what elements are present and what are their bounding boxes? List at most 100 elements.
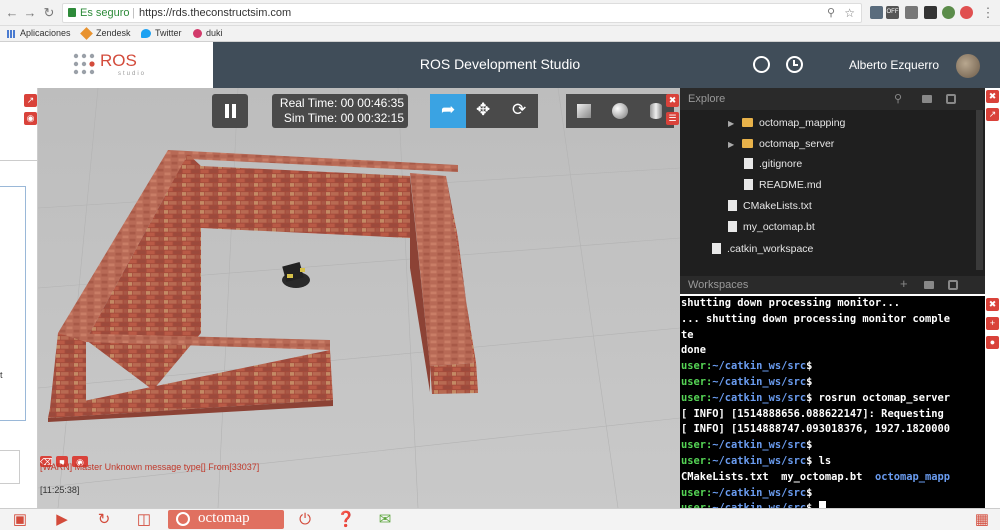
explore-briefcase-icon[interactable] <box>922 95 932 103</box>
terminal-line: ... shutting down processing monitor com… <box>681 312 950 325</box>
back-icon[interactable]: ← <box>4 5 20 21</box>
tree-folder-octomap-mapping[interactable]: ▶ octomap_mapping <box>728 114 845 132</box>
project-button[interactable]: octomap <box>168 510 284 529</box>
globe-icon[interactable] <box>753 56 770 73</box>
explore-toggle-icon[interactable] <box>946 94 956 104</box>
viewport-close-icon[interactable]: ✖ <box>666 94 679 107</box>
terminal-record-icon[interactable]: ● <box>986 336 999 349</box>
forward-icon[interactable]: → <box>22 5 38 21</box>
terminal-line: done <box>681 344 707 357</box>
extension-red-icon[interactable] <box>960 6 973 19</box>
zoom-icon[interactable]: ⚲ <box>827 4 835 22</box>
video-camera-icon[interactable]: ▶ <box>52 512 72 528</box>
workspaces-toggle-icon[interactable] <box>948 280 958 290</box>
extension-green-icon[interactable] <box>942 6 955 19</box>
logo-text: ROS <box>100 51 137 70</box>
prompt-user: user: <box>681 486 713 499</box>
real-time-readout: Real Time: 00 00:46:35 <box>279 96 404 110</box>
box-shape-button[interactable] <box>566 94 602 128</box>
explore-panel: Explore ⚲ ▶ octomap_mapping ▶ octomap_serv… <box>680 88 985 276</box>
sphere-shape-button[interactable] <box>602 94 638 128</box>
address-bar[interactable]: Es seguro | https://rds.theconstructsim.… <box>62 3 862 23</box>
tree-file-gitignore[interactable]: .gitignore <box>744 155 802 173</box>
browser-menu-icon[interactable]: ⋮ <box>980 5 996 21</box>
log-message: [WARN] Master Unknown message type[] Fro… <box>40 462 260 472</box>
ls-files: CMakeLists.txt my_octomap.bt <box>681 470 875 483</box>
terminal-cursor <box>818 501 826 508</box>
prompt-user: user: <box>681 375 713 388</box>
apps-grid-icon[interactable] <box>7 30 15 38</box>
terminal-line: shutting down processing monitor... <box>681 297 900 309</box>
chevron-right-icon[interactable]: ▶ <box>728 115 736 133</box>
reload-icon[interactable]: ↻ <box>41 5 57 21</box>
workspaces-briefcase-icon[interactable] <box>924 281 934 289</box>
ls-directory: octomap_mapp <box>874 470 951 483</box>
rotate-tool-button[interactable]: ⟳ <box>502 94 538 128</box>
extension-off-icon[interactable]: OFF <box>886 6 899 19</box>
lock-icon <box>68 8 76 17</box>
clock-icon[interactable] <box>786 56 803 73</box>
bookmark-duki[interactable]: duki <box>206 28 223 38</box>
viewport-list-icon[interactable]: ☰ <box>666 112 679 125</box>
terminal-command: ls <box>812 454 832 467</box>
terminal-prompt-line: user:~/catkin_ws/src$ <box>681 501 985 508</box>
layout-grid-icon[interactable]: ▦ <box>972 512 992 528</box>
workspaces-title: Workspaces <box>688 279 749 291</box>
explore-scrollbar[interactable] <box>976 110 983 270</box>
bookmark-twitter[interactable]: Twitter <box>155 28 182 38</box>
terminal-prompt-line: user:~/catkin_ws/src$ <box>681 375 985 391</box>
explore-search-icon[interactable]: ⚲ <box>894 92 902 105</box>
star-icon[interactable]: ☆ <box>844 4 855 22</box>
header-bar: ROS Development Studio Alberto Ezquerro <box>213 42 1000 88</box>
simulation-viewport[interactable]: Real Time: 00 00:46:35 Sim Time: 00 00:3… <box>38 88 680 508</box>
bookmark-zendesk[interactable]: Zendesk <box>96 28 131 38</box>
select-tool-button[interactable]: ➦ <box>430 94 466 128</box>
extension-puzzle-icon[interactable] <box>870 6 883 19</box>
refresh-icon[interactable]: ↻ <box>94 512 114 528</box>
bottom-toolbar: ▣ ▶ ↻ ◫ octomap ⏻ ❓ ✉ ▦ <box>0 508 1000 530</box>
tree-item-label: README.md <box>759 179 822 191</box>
tree-folder-octomap-server[interactable]: ▶ octomap_server <box>728 135 834 153</box>
terminal-add-icon[interactable]: + <box>986 317 999 330</box>
bookmark-aplicaciones[interactable]: Aplicaciones <box>20 28 71 38</box>
file-icon <box>744 158 753 169</box>
user-name[interactable]: Alberto Ezquerro <box>849 58 939 72</box>
prompt-path: ~/catkin_ws/src <box>712 391 807 404</box>
terminal-prompt-line: user:~/catkin_ws/src$ <box>681 359 985 375</box>
left-box-glyph: t <box>0 370 3 380</box>
popout-icon[interactable]: ↗ <box>24 94 37 107</box>
app-header: ROS studio ROS Development Studio Albert… <box>0 42 1000 88</box>
chevron-right-icon[interactable]: ▶ <box>728 136 736 154</box>
avatar[interactable] <box>956 54 980 78</box>
tree-file-my-octomap[interactable]: my_octomap.bt <box>728 218 815 236</box>
explore-popout-icon[interactable]: ↗ <box>986 108 999 121</box>
power-icon[interactable]: ⏻ <box>295 512 315 528</box>
prompt-user: user: <box>681 439 713 452</box>
explore-close-icon[interactable]: ✖ <box>986 90 999 103</box>
extension-grid-icon[interactable] <box>905 6 918 19</box>
add-workspace-icon[interactable]: + <box>900 276 908 291</box>
tree-file-cmakelists[interactable]: CMakeLists.txt <box>728 197 812 215</box>
pause-button[interactable] <box>212 94 248 128</box>
terminal-close-icon[interactable]: ✖ <box>986 298 999 311</box>
eye-icon[interactable]: ◉ <box>24 112 37 125</box>
terminal[interactable]: shutting down processing monitor... ... s… <box>680 296 985 508</box>
chat-icon[interactable]: ✉ <box>375 512 395 528</box>
tree-item-label: .catkin_workspace <box>727 243 814 255</box>
translate-tool-button[interactable]: ✥ <box>466 94 502 128</box>
prompt-path: ~/catkin_ws/src <box>712 375 807 388</box>
folder-icon <box>742 139 753 148</box>
left-side-panel: ↗ ◉ t <box>0 88 38 508</box>
extension-film-icon[interactable] <box>924 6 937 19</box>
tree-file-readme[interactable]: README.md <box>744 176 821 194</box>
file-icon <box>728 200 737 211</box>
help-icon[interactable]: ❓ <box>336 512 356 528</box>
desktop-icon[interactable]: ▣ <box>10 512 30 528</box>
logo[interactable]: ROS studio <box>72 50 192 82</box>
tree-file-catkin-workspace[interactable]: .catkin_workspace <box>712 240 813 258</box>
prompt-user: user: <box>681 360 713 373</box>
terminal-command: rosrun octomap_server <box>812 391 951 404</box>
file-icon <box>744 179 753 190</box>
url-separator: | <box>132 7 135 19</box>
save-icon[interactable]: ◫ <box>134 512 154 528</box>
